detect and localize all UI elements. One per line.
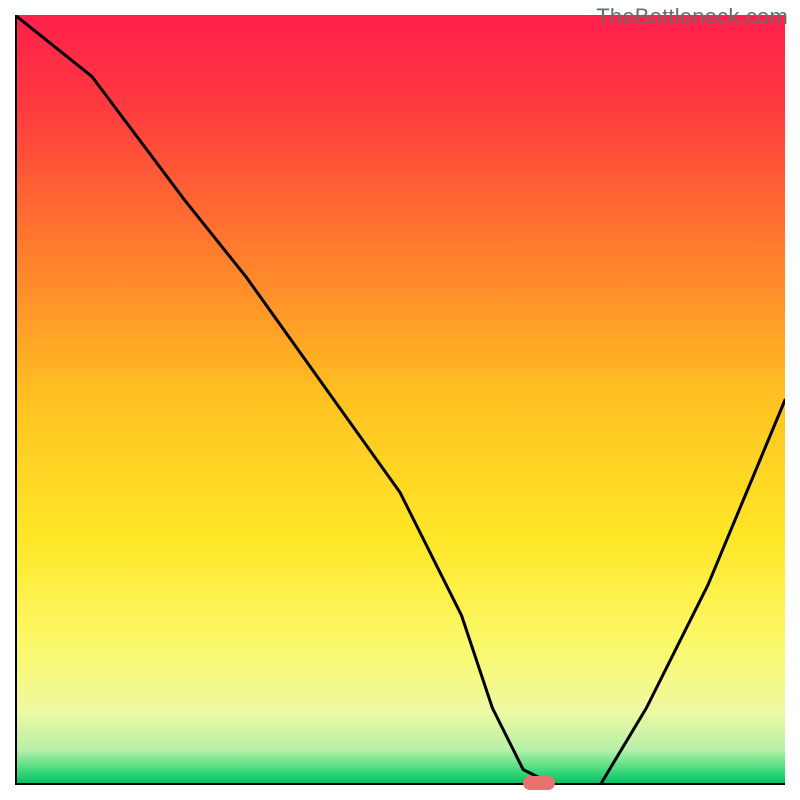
plot-area [15,15,785,785]
watermark-label: TheBottleneck.com [596,4,788,30]
gradient-background [15,15,785,785]
chart-svg [15,15,785,785]
optimum-marker [523,776,555,790]
chart-container: TheBottleneck.com [0,0,800,800]
